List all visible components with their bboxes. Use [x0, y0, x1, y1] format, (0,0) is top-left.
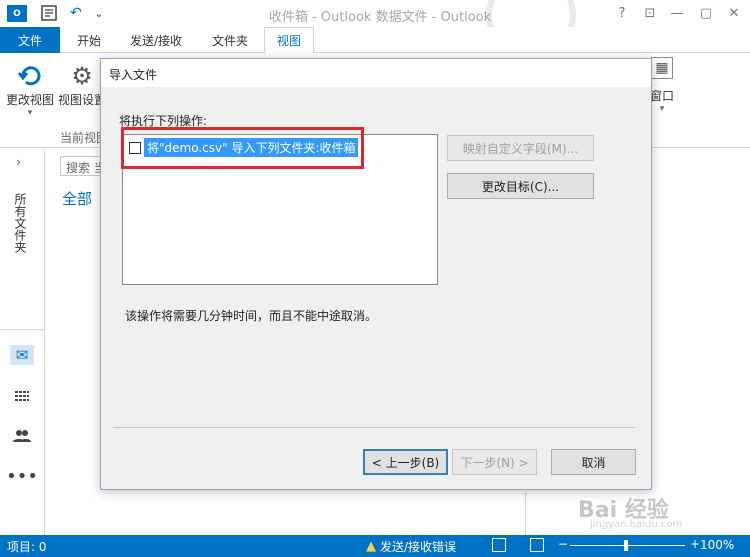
import-file-dialog: 导入文件 将执行下列操作: 将"demo.csv" 导入下列文件夹:收件箱 映射… [100, 58, 652, 490]
cancel-button[interactable]: 取消 [551, 449, 636, 475]
chevron-down-icon: ▾ [27, 108, 33, 118]
zoom-out-button[interactable]: − [558, 537, 568, 551]
watermark-url: jingyan.baidu.com [590, 519, 683, 530]
send-receive-icon[interactable] [40, 4, 58, 22]
duration-note: 该操作将需要几分钟时间，而且不能中途取消。 [125, 309, 378, 323]
filter-all-tab[interactable]: 全部 [62, 188, 92, 209]
dialog-title-bar: 导入文件 [101, 59, 651, 87]
title-bar: O ↶ ⌄ 收件箱 - Outlook 数据文件 - Outlook ? ⊡ —… [0, 0, 750, 60]
next-button[interactable]: 下一步(N) > [452, 449, 537, 475]
send-receive-error-status[interactable]: ▲ 发送/接收错误 [366, 538, 456, 555]
item-count: 项目: 0 [7, 540, 47, 554]
window-icon: ▦ [651, 57, 673, 79]
view-settings-button[interactable]: ⚙ 视图设置 [58, 61, 106, 108]
dialog-divider [113, 427, 635, 428]
gear-icon: ⚙ [71, 62, 93, 90]
minimize-button[interactable]: — [667, 4, 687, 22]
more-icon[interactable]: ••• [6, 466, 38, 487]
send-receive-error-label: 发送/接收错误 [380, 540, 457, 554]
ribbon-display-options-button[interactable]: ⊡ [640, 4, 660, 22]
folder-pane-collapsed: › 所有文件夹 ✉ ••• [0, 149, 45, 535]
dialog-title: 导入文件 [109, 68, 158, 82]
window-title: 收件箱 - Outlook 数据文件 - Outlook [268, 10, 492, 25]
reading-pane-divider [525, 492, 526, 535]
mail-icon[interactable]: ✉ [10, 345, 34, 365]
undo-icon[interactable]: ↶ [67, 4, 85, 22]
change-view-button[interactable]: 更改视图 ▾ [6, 61, 54, 118]
tab-home[interactable]: 开始 [64, 27, 114, 53]
change-destination-button[interactable]: 更改目标(C)... [447, 173, 594, 199]
tab-file[interactable]: 文件 [0, 27, 60, 53]
tab-view[interactable]: 视图 [264, 27, 314, 54]
all-folders-label[interactable]: 所有文件夹 [13, 193, 29, 253]
maximize-button[interactable]: ▢ [696, 4, 716, 22]
change-view-label: 更改视图 [6, 93, 55, 107]
close-button[interactable]: ✕ [724, 4, 744, 22]
warning-icon: ▲ [366, 539, 376, 554]
outlook-logo-icon: O [7, 5, 27, 22]
customize-quick-access-icon[interactable]: ⌄ [92, 4, 106, 22]
window-button[interactable]: ▦ 窗口 ▾ [650, 57, 674, 114]
zoom-level[interactable]: 100% [700, 538, 734, 552]
calendar-icon[interactable] [10, 386, 34, 406]
tab-folder[interactable]: 文件夹 [200, 27, 260, 53]
normal-view-icon[interactable] [492, 538, 506, 552]
map-custom-fields-button[interactable]: 映射自定义字段(M)... [447, 135, 594, 161]
status-bar: 项目: 0 ▲ 发送/接收错误 − + 100% [0, 535, 750, 557]
ribbon-tab-row: 文件 开始 发送/接收 文件夹 视图 [0, 27, 750, 54]
expand-folder-pane-icon[interactable]: › [16, 155, 21, 169]
people-icon[interactable] [10, 426, 34, 446]
nav-divider [0, 329, 45, 330]
reading-view-icon[interactable] [530, 538, 544, 552]
window-label: 窗口 [650, 89, 675, 103]
view-settings-label: 视图设置 [58, 93, 107, 107]
change-view-icon [15, 61, 45, 91]
chevron-down-icon: ▾ [659, 104, 665, 114]
zoom-slider-thumb[interactable] [624, 540, 628, 551]
zoom-in-button[interactable]: + [690, 537, 700, 551]
back-button[interactable]: < 上一步(B) [363, 449, 448, 475]
highlight-annotation [121, 127, 364, 169]
tab-send-receive[interactable]: 发送/接收 [118, 27, 194, 53]
help-button[interactable]: ? [612, 4, 632, 22]
